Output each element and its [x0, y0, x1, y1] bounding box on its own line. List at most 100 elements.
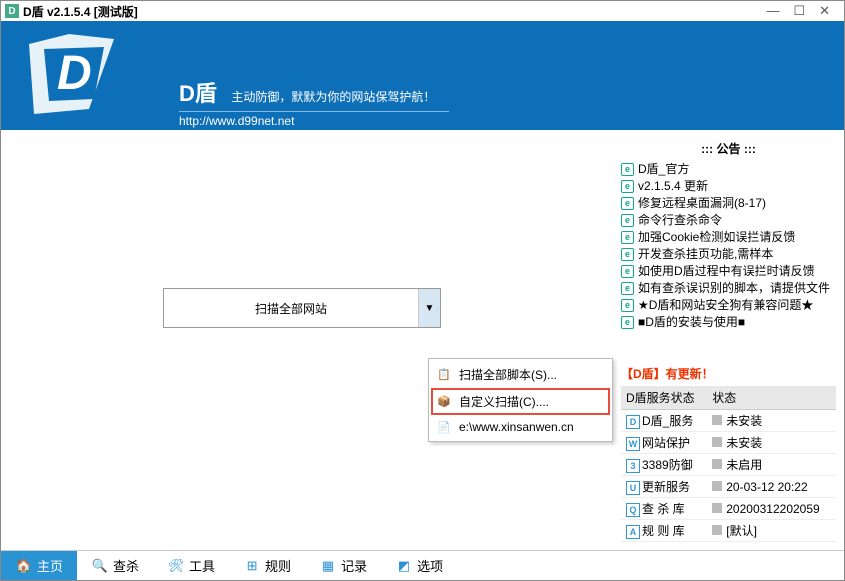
e-icon: e: [621, 163, 634, 176]
app-header: D D盾 主动防御，默默为你的网站保驾护航！ http://www.d99net…: [1, 21, 844, 130]
brand-name: D盾: [179, 81, 217, 106]
announce-text: 加强Cookie检测如误拦请反馈: [638, 229, 795, 246]
announce-item[interactable]: e■D盾的安装与使用■: [621, 314, 836, 331]
e-icon: e: [621, 282, 634, 295]
status-text: 未安装: [726, 436, 762, 450]
e-icon: e: [621, 214, 634, 227]
tab-label: 选项: [417, 556, 443, 575]
maximize-button[interactable]: ☐: [793, 3, 805, 19]
service-icon: 3: [626, 459, 640, 473]
service-name: 规 则 库: [642, 524, 685, 538]
table-row: U更新服务20-03-12 20:22: [621, 476, 836, 498]
tab-label: 规则: [265, 556, 291, 575]
window-title: D盾 v2.1.5.4 [测试版]: [23, 3, 138, 20]
chevron-down-icon: ▼: [425, 303, 435, 314]
tab-rules[interactable]: ⊞ 规则: [229, 551, 305, 580]
announce-text: 修复远程桌面漏洞(8-17): [638, 195, 766, 212]
status-indicator: [712, 415, 722, 425]
announce-item[interactable]: ev2.1.5.4 更新: [621, 178, 836, 195]
svg-text:D: D: [57, 47, 92, 100]
tab-label: 查杀: [113, 556, 139, 575]
announce-item[interactable]: e 如有查杀误识别的脚本，请提供文件: [621, 280, 836, 297]
announce-item[interactable]: e命令行查杀命令: [621, 212, 836, 229]
menu-label: 自定义扫描(C)....: [459, 393, 549, 410]
update-panel: 【D盾】有更新！ D盾服务状态 状态 DD盾_服务未安装W网站保护未安装3338…: [621, 365, 836, 542]
rules-icon: ⊞: [243, 557, 261, 575]
tab-logs[interactable]: ▦ 记录: [305, 551, 381, 580]
service-name: 3389防御: [642, 458, 693, 472]
service-name: 查 杀 库: [642, 502, 685, 516]
logs-icon: ▦: [319, 557, 337, 575]
document-icon: 📄: [437, 420, 451, 434]
service-name: 网站保护: [642, 436, 690, 450]
combo-dropdown-button[interactable]: ▼: [418, 289, 440, 327]
col-service: D盾服务状态: [621, 386, 707, 410]
tab-label: 记录: [341, 556, 367, 575]
scan-context-menu: 📋 扫描全部脚本(S)... 📦 自定义扫描(C).... 📄 e:\www.x…: [428, 358, 613, 442]
tab-tools[interactable]: 🛠 工具: [153, 551, 229, 580]
options-icon: ◩: [395, 557, 413, 575]
announce-item[interactable]: e D盾_官方: [621, 161, 836, 178]
service-icon: U: [626, 481, 640, 495]
announce-item[interactable]: e 修复远程桌面漏洞(8-17): [621, 195, 836, 212]
app-icon: D: [5, 4, 19, 18]
announce-text: ■D盾的安装与使用■: [638, 314, 745, 331]
menu-label: e:\www.xinsanwen.cn: [459, 420, 574, 434]
announce-item[interactable]: e 加强Cookie检测如误拦请反馈: [621, 229, 836, 246]
announce-title: ::: 公告 :::: [621, 140, 836, 157]
tab-options[interactable]: ◩ 选项: [381, 551, 457, 580]
col-status: 状态: [707, 386, 836, 410]
e-icon: e: [621, 180, 634, 193]
announcement-panel: ::: 公告 ::: eD盾_官方ev2.1.5.4 更新e修复远程桌面漏洞(8…: [621, 140, 836, 331]
status-indicator: [712, 525, 722, 535]
menu-scan-all-scripts[interactable]: 📋 扫描全部脚本(S)...: [431, 361, 610, 388]
announce-text: 如使用D盾过程中有误拦时请反馈: [638, 263, 815, 280]
update-heading: 【D盾】有更新！: [621, 365, 836, 382]
announce-text: ★D盾和网站安全狗有兼容问题★: [638, 297, 813, 314]
service-name: 更新服务: [642, 480, 690, 494]
announce-text: 开发查杀挂页功能,需样本: [638, 246, 773, 263]
tab-scan[interactable]: 🔍 查杀: [77, 551, 153, 580]
close-button[interactable]: ✕: [819, 3, 830, 19]
status-text: 未启用: [726, 458, 762, 472]
menu-custom-scan[interactable]: 📦 自定义扫描(C)....: [431, 388, 610, 415]
status-text: 20200312202059: [726, 502, 819, 516]
announce-item[interactable]: e 如使用D盾过程中有误拦时请反馈: [621, 263, 836, 280]
service-icon: W: [626, 437, 640, 451]
table-row: 33389防御 未启用: [621, 454, 836, 476]
scan-target-combo[interactable]: 扫描全部网站 ▼: [163, 288, 441, 328]
logo-icon: D: [19, 29, 159, 124]
home-icon: 🏠: [15, 557, 33, 575]
service-icon: Q: [626, 503, 640, 517]
announce-item[interactable]: e★D盾和网站安全狗有兼容问题★: [621, 297, 836, 314]
status-indicator: [712, 459, 722, 469]
announce-item[interactable]: e 开发查杀挂页功能,需样本: [621, 246, 836, 263]
tab-home[interactable]: 🏠 主页: [1, 551, 77, 580]
minimize-button[interactable]: —: [766, 3, 779, 19]
script-icon: 📋: [437, 368, 451, 382]
e-icon: e: [621, 197, 634, 210]
e-icon: e: [621, 231, 634, 244]
table-row: Q查 杀 库 20200312202059: [621, 498, 836, 520]
tab-label: 工具: [189, 556, 215, 575]
announce-text: 如有查杀误识别的脚本，请提供文件: [638, 280, 830, 297]
brand-url[interactable]: http://www.d99net.net: [179, 111, 449, 128]
tools-icon: 🛠: [167, 557, 185, 575]
status-text: 未安装: [726, 414, 762, 428]
e-icon: e: [621, 265, 634, 278]
menu-label: 扫描全部脚本(S)...: [459, 366, 557, 383]
tab-label: 主页: [37, 556, 63, 575]
e-icon: e: [621, 248, 634, 261]
status-indicator: [712, 481, 722, 491]
package-icon: 📦: [437, 395, 451, 409]
search-icon: 🔍: [91, 557, 109, 575]
service-status-table: D盾服务状态 状态 DD盾_服务未安装W网站保护未安装33389防御未启用U更新…: [621, 386, 836, 542]
brand-slogan: 主动防御，默默为你的网站保驾护航！: [231, 90, 435, 104]
menu-path-item[interactable]: 📄 e:\www.xinsanwen.cn: [431, 415, 610, 439]
combo-label: 扫描全部网站: [164, 300, 418, 317]
table-row: A规 则 库[默认]: [621, 520, 836, 542]
status-indicator: [712, 503, 722, 513]
announce-text: D盾_官方: [638, 161, 689, 178]
service-icon: D: [626, 415, 640, 429]
status-text: [默认]: [726, 524, 757, 538]
